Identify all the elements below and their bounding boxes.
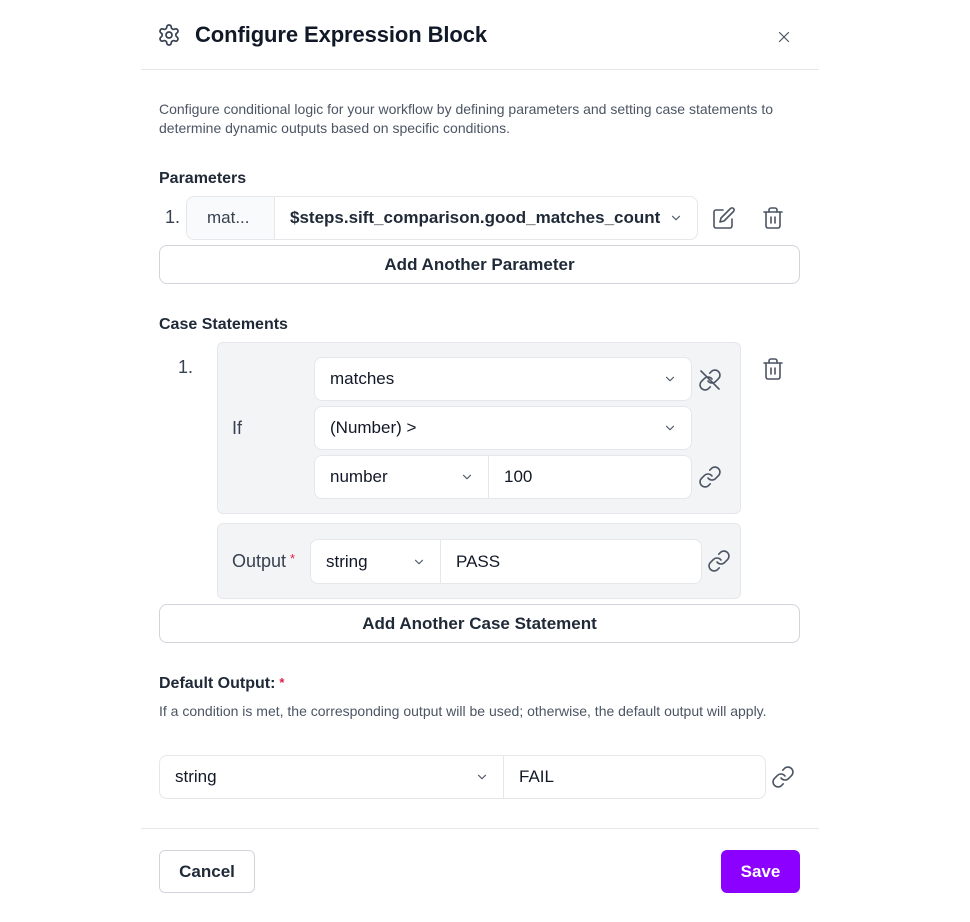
dialog-title: Configure Expression Block xyxy=(195,22,488,47)
parameter-name: mat... xyxy=(207,208,250,227)
left-operand-value: matches xyxy=(330,369,395,388)
default-output-label: Default Output: xyxy=(159,675,276,692)
dialog-description: Configure conditional logic for your wor… xyxy=(159,101,773,136)
right-operand-row: number 100 xyxy=(314,455,692,499)
chevron-down-icon xyxy=(477,774,487,780)
output-type-value: string xyxy=(326,551,368,571)
if-label: If xyxy=(232,418,243,438)
add-parameter-button[interactable]: Add Another Parameter xyxy=(159,245,800,284)
operator-select[interactable]: (Number) > xyxy=(314,406,692,450)
dialog-header: Configure Expression Block xyxy=(141,0,819,70)
parameter-name-field[interactable]: mat... xyxy=(187,197,275,239)
case-index: 1. xyxy=(178,357,194,377)
trash-icon[interactable] xyxy=(761,357,785,381)
gear-icon xyxy=(159,24,179,46)
operator-value: (Number) > xyxy=(330,418,417,437)
default-output-type-value: string xyxy=(175,767,217,786)
default-output-value-input[interactable]: FAIL xyxy=(519,767,554,787)
output-label: Output * xyxy=(232,551,295,572)
output-type-select[interactable]: string xyxy=(311,540,441,583)
output-row: string PASS xyxy=(310,539,702,584)
output-value-input[interactable]: PASS xyxy=(456,552,500,572)
edit-icon[interactable] xyxy=(712,206,736,230)
chevron-down-icon xyxy=(462,474,472,480)
close-icon[interactable] xyxy=(775,28,793,46)
default-output-row: string FAIL xyxy=(159,755,766,799)
chevron-down-icon xyxy=(665,376,675,382)
parameter-value[interactable]: $steps.sift_comparison.good_matches_coun… xyxy=(290,208,660,228)
link-icon[interactable] xyxy=(707,549,731,573)
link-icon[interactable] xyxy=(698,465,722,489)
trash-icon[interactable] xyxy=(761,206,785,230)
right-type-value: number xyxy=(330,467,388,486)
required-asterisk: * xyxy=(279,675,285,690)
chevron-down-icon xyxy=(665,425,675,431)
add-case-statement-button[interactable]: Add Another Case Statement xyxy=(159,604,800,643)
default-output-type-select[interactable]: string xyxy=(160,756,504,798)
link-icon[interactable] xyxy=(771,765,795,789)
right-type-select[interactable]: number xyxy=(315,456,489,498)
configure-expression-dialog: Configure Expression Block Configure con… xyxy=(141,0,819,922)
output-label-text: Output xyxy=(232,551,287,571)
case-condition-panel: If matches (Number) > number 100 xyxy=(217,342,741,514)
parameter-row: mat... $steps.sift_comparison.good_match… xyxy=(186,196,698,240)
unlink-icon[interactable] xyxy=(698,368,722,392)
parameters-heading: Parameters xyxy=(159,170,247,187)
left-operand-select[interactable]: matches xyxy=(314,357,692,401)
case-output-panel: Output * string PASS xyxy=(217,523,741,599)
save-button[interactable]: Save xyxy=(721,850,800,893)
case-statements-heading: Case Statements xyxy=(159,316,288,333)
required-asterisk: * xyxy=(290,551,296,566)
chevron-down-icon[interactable] xyxy=(669,211,683,225)
right-value-input[interactable]: 100 xyxy=(504,467,532,487)
default-output-heading: Default Output: * xyxy=(159,675,284,693)
dialog-footer: Cancel Save xyxy=(141,828,819,922)
chevron-down-icon xyxy=(414,559,424,564)
parameter-index: 1. xyxy=(165,207,181,227)
default-output-hint: If a condition is met, the corresponding… xyxy=(159,703,767,719)
cancel-button[interactable]: Cancel xyxy=(159,850,255,893)
